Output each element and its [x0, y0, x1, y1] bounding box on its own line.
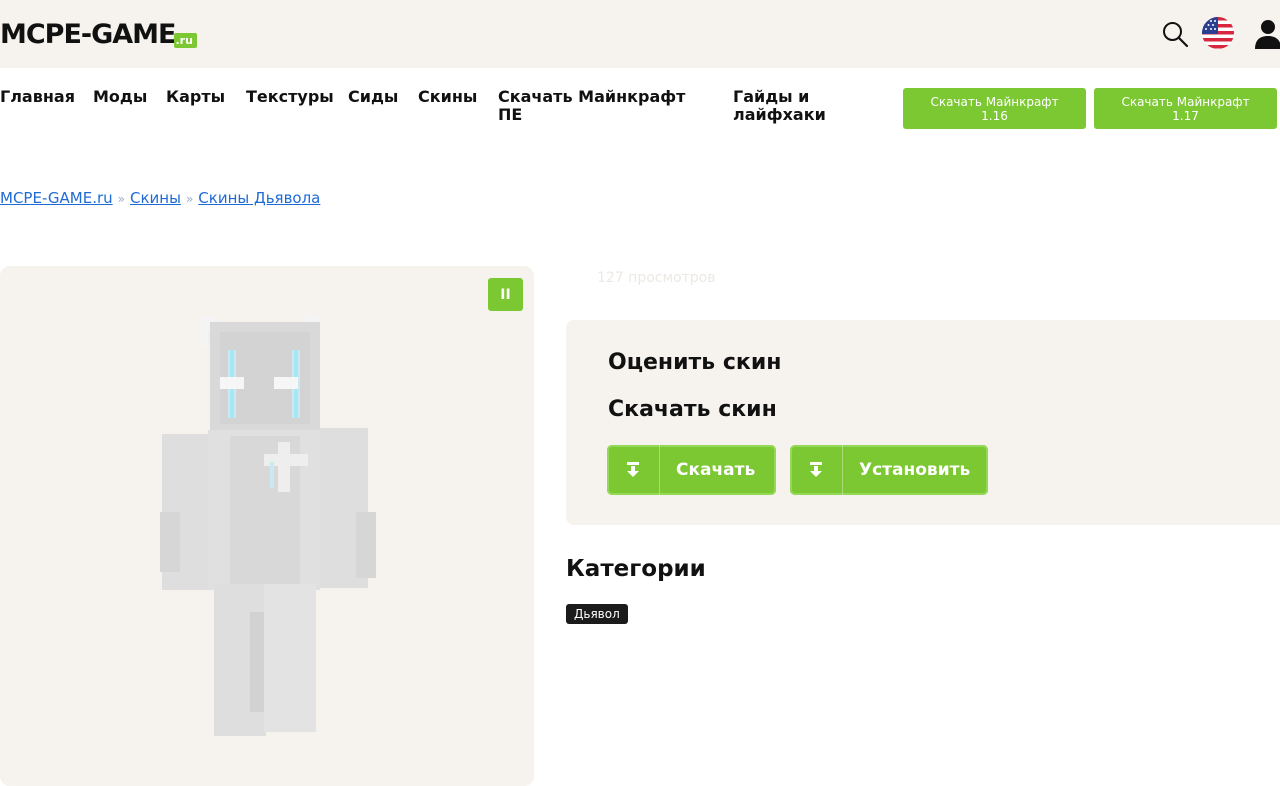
user-icon[interactable]: [1254, 18, 1280, 50]
nav-item-home[interactable]: Главная: [0, 88, 75, 106]
pause-button[interactable]: II: [488, 278, 523, 311]
breadcrumb-devil-skins[interactable]: Скины Дьявола: [198, 189, 320, 207]
nav-item-mods[interactable]: Моды: [93, 88, 147, 106]
logo-tld: .ru: [173, 33, 197, 48]
nav-item-maps[interactable]: Карты: [166, 88, 225, 106]
category-tag-devil[interactable]: Дьявол: [566, 604, 628, 624]
rate-skin-title: Оценить скин: [608, 350, 782, 375]
download-skin-label: Скачать: [676, 460, 756, 480]
download-skin-button[interactable]: Скачать: [607, 445, 776, 495]
download-minecraft-117-button[interactable]: Скачать Майнкрафт 1.17: [1094, 88, 1277, 129]
flag-us-icon[interactable]: [1201, 16, 1235, 50]
download-117-line2: 1.17: [1172, 108, 1199, 123]
view-count: 127 просмотров: [597, 270, 716, 286]
download-skin-title: Скачать скин: [608, 397, 777, 422]
install-skin-button[interactable]: Установить: [790, 445, 988, 495]
nav-item-skins[interactable]: Скины: [418, 88, 477, 106]
install-skin-label: Установить: [859, 460, 971, 480]
download-icon: [607, 445, 660, 495]
breadcrumb-separator: »: [185, 192, 194, 206]
site-logo[interactable]: MCPE-GAME .ru: [0, 18, 197, 50]
top-bar: MCPE-GAME .ru: [0, 0, 1280, 68]
skin-preview-image: [160, 314, 376, 736]
breadcrumb: MCPE-GAME.ru » Скины » Скины Дьявола: [0, 189, 320, 207]
breadcrumb-home[interactable]: MCPE-GAME.ru: [0, 189, 113, 207]
download-116-line2: 1.16: [981, 108, 1008, 123]
nav-item-textures[interactable]: Текстуры: [246, 88, 334, 106]
download-116-line1: Скачать Майнкрафт: [930, 94, 1059, 109]
search-icon[interactable]: [1161, 20, 1189, 48]
download-minecraft-116-button[interactable]: Скачать Майнкрафт 1.16: [903, 88, 1086, 129]
breadcrumb-separator: »: [117, 192, 125, 206]
breadcrumb-skins[interactable]: Скины: [130, 189, 181, 207]
logo-text: MCPE-GAME: [0, 19, 176, 50]
download-117-line1: Скачать Майнкрафт: [1121, 94, 1250, 109]
nav-item-seeds[interactable]: Сиды: [348, 88, 398, 106]
nav-item-guides[interactable]: Гайды и лайфхаки: [733, 88, 843, 124]
categories-title: Категории: [566, 556, 706, 582]
download-icon: [790, 445, 843, 495]
nav-item-download-pe[interactable]: Скачать Майнкрафт ПЕ: [498, 88, 703, 124]
